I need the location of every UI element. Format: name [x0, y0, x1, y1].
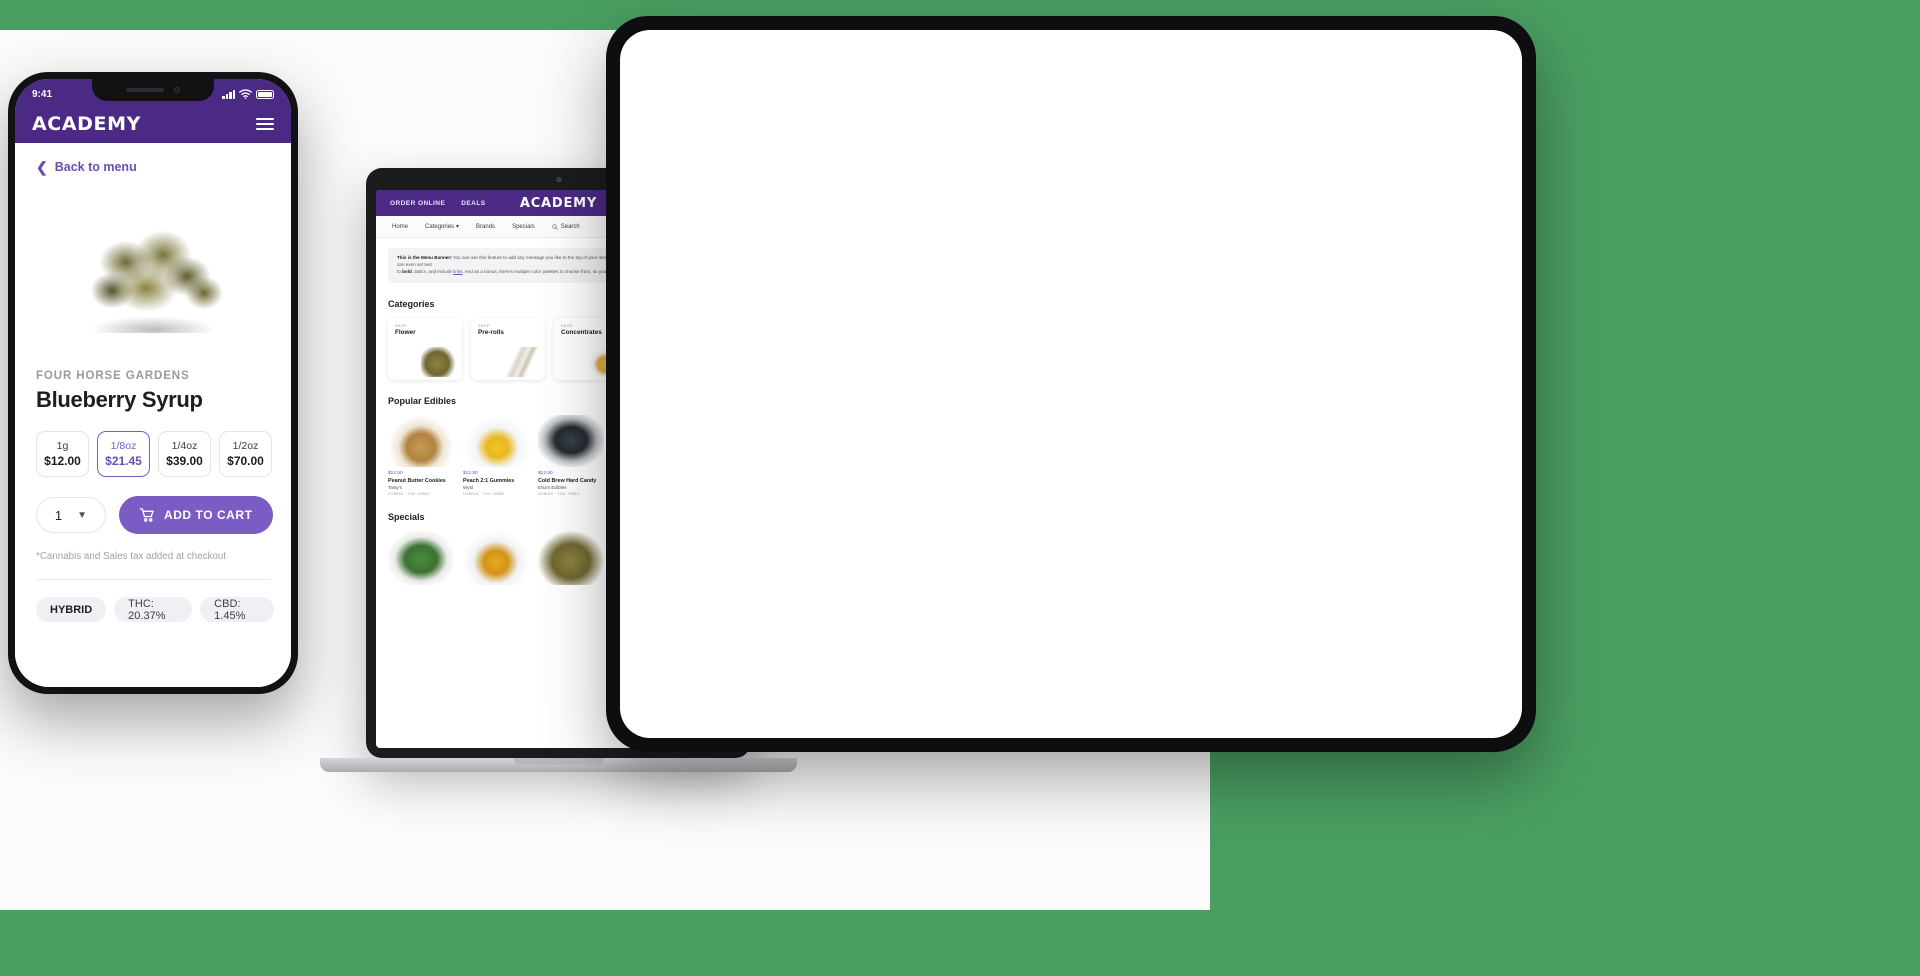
nav-item-specials[interactable]: Specials [512, 224, 535, 230]
status-time: 9:41 [32, 88, 53, 100]
product-meta: HYBRID · THC: 50MG [388, 492, 430, 497]
banner-text-2-mid2: , and include [425, 268, 454, 274]
banner-lead: This is the Menu Banner! [397, 255, 452, 260]
weight-label: 1/2oz [232, 440, 259, 452]
phone-brand-bar: ACADEMY [15, 105, 291, 143]
topbar-link-deals[interactable]: DEALS [461, 200, 485, 207]
product-image [463, 414, 529, 467]
weight-label: 1g [56, 440, 69, 452]
weight-price: $70.00 [227, 454, 264, 468]
preroll-image [504, 346, 540, 377]
special-item-image[interactable] [388, 531, 454, 586]
quantity-stepper[interactable]: 1 ▼ [36, 497, 106, 533]
phone-mockup: 9:41 ACADEMY ❮ Back to menu FOUR HORSE G… [8, 72, 298, 694]
status-badge-cbd: CBD: 1.45% [200, 597, 274, 622]
earpiece-speaker [126, 88, 164, 92]
product-name: Cold Brew Hard Candy [538, 477, 597, 484]
product-image [388, 414, 454, 467]
add-to-cart-label: ADD TO CART [164, 508, 253, 522]
divider [36, 579, 270, 580]
quantity-value: 1 [54, 507, 63, 523]
product-card[interactable]: $12.50 Peach 2:1 Gummies Wyld HYBRID · T… [463, 414, 529, 497]
cart-row: 1 ▼ ADD TO CART [32, 496, 274, 534]
category-card-prerolls[interactable]: SHOP Pre-rolls [471, 317, 545, 380]
phone-body: ❮ Back to menu FOUR HORSE GARDENS Bluebe… [15, 143, 291, 687]
cellular-bars-icon [222, 89, 235, 99]
shop-label: SHOP [395, 323, 407, 328]
product-card[interactable]: $12.50 Cold Brew Hard Candy Elsa's Edibl… [538, 414, 604, 497]
category-name: Pre-rolls [478, 328, 504, 336]
wifi-icon [239, 89, 252, 99]
chevron-left-icon: ❮ [36, 159, 48, 175]
nav-search[interactable]: Search [552, 224, 580, 230]
laptop-hinge-notch [513, 758, 604, 765]
weight-price: $12.00 [44, 454, 81, 468]
product-brand: Tasty's [388, 485, 402, 491]
back-to-menu-link[interactable]: ❮ Back to menu [32, 143, 274, 174]
nav-item-brands[interactable]: Brands [476, 224, 495, 230]
product-price: $12.50 [538, 470, 553, 476]
weight-price: $39.00 [166, 454, 203, 468]
weight-selector: 1g $12.00 1/8oz $21.45 1/4oz $39.00 1/2o… [32, 431, 274, 477]
product-name: Peach 2:1 Gummies [463, 477, 515, 484]
back-to-menu-label: Back to menu [54, 160, 137, 174]
weight-label: 1/4oz [171, 440, 198, 452]
weight-option-1-4oz[interactable]: 1/4oz $39.00 [158, 431, 211, 477]
product-brand: Wyld [463, 485, 474, 491]
tablet-mockup [606, 16, 1536, 752]
shopping-cart-icon [139, 508, 154, 522]
product-name: Peanut Butter Cookies [388, 477, 446, 484]
shop-label: SHOP [478, 323, 490, 328]
special-item-image[interactable] [538, 531, 604, 586]
weight-option-1-8oz[interactable]: 1/8oz $21.45 [97, 431, 150, 477]
status-badge-strain-type: HYBRID [36, 597, 107, 622]
site-logo: ACADEMY [519, 195, 598, 211]
hamburger-menu-icon[interactable] [256, 117, 274, 131]
tablet-screen [620, 30, 1522, 738]
category-card-flower[interactable]: SHOP Flower [388, 317, 462, 380]
nav-search-label: Search [560, 223, 580, 230]
product-title: Blueberry Syrup [36, 387, 203, 412]
add-to-cart-button[interactable]: ADD TO CART [119, 496, 273, 534]
status-badge-thc: THC: 20.37% [114, 597, 193, 622]
banner-bold-2: bold [402, 268, 412, 274]
weight-label: 1/8oz [110, 440, 137, 452]
battery-icon [256, 89, 274, 99]
chevron-down-icon: ▼ [77, 509, 88, 521]
flower-image [421, 346, 457, 377]
chevron-down-icon: ▾ [456, 224, 460, 230]
laptop-camera-icon [556, 177, 561, 182]
tax-note: *Cannabis and Sales tax added at checkou… [36, 551, 227, 562]
nav-item-home[interactable]: Home [392, 224, 408, 230]
category-name: Flower [395, 328, 416, 336]
front-camera-icon [174, 87, 180, 93]
app-logo: ACADEMY [32, 113, 141, 135]
product-attribute-chips: HYBRID THC: 20.37% CBD: 1.45% [32, 597, 274, 622]
cannabis-bud-image [68, 215, 238, 333]
status-icons [222, 89, 274, 99]
weight-option-1-2oz[interactable]: 1/2oz $70.00 [219, 431, 272, 477]
product-meta: HYBRID · THC: 50MG [463, 492, 505, 497]
search-icon [552, 223, 558, 229]
phone-notch [92, 79, 214, 101]
product-image [538, 414, 604, 467]
product-brand: Elsa's Edibles [538, 485, 567, 491]
product-meta: HYBRID · THC: 50MG [538, 492, 580, 497]
product-card[interactable]: $12.50 Peanut Butter Cookies Tasty's HYB… [388, 414, 454, 497]
special-item-image[interactable] [463, 531, 529, 586]
weight-option-1g[interactable]: 1g $12.00 [36, 431, 89, 477]
nav-item-categories[interactable]: Categories ▾ [425, 223, 459, 230]
phone-screen: 9:41 ACADEMY ❮ Back to menu FOUR HORSE G… [15, 79, 291, 687]
product-price: $12.50 [463, 470, 478, 476]
topbar-link-order-online[interactable]: ORDER ONLINE [390, 200, 445, 207]
product-hero-image [32, 178, 274, 370]
product-brand: FOUR HORSE GARDENS [36, 370, 190, 382]
banner-italic-2: italics [414, 268, 426, 274]
product-price: $12.50 [388, 470, 403, 476]
weight-price: $21.45 [105, 454, 142, 468]
